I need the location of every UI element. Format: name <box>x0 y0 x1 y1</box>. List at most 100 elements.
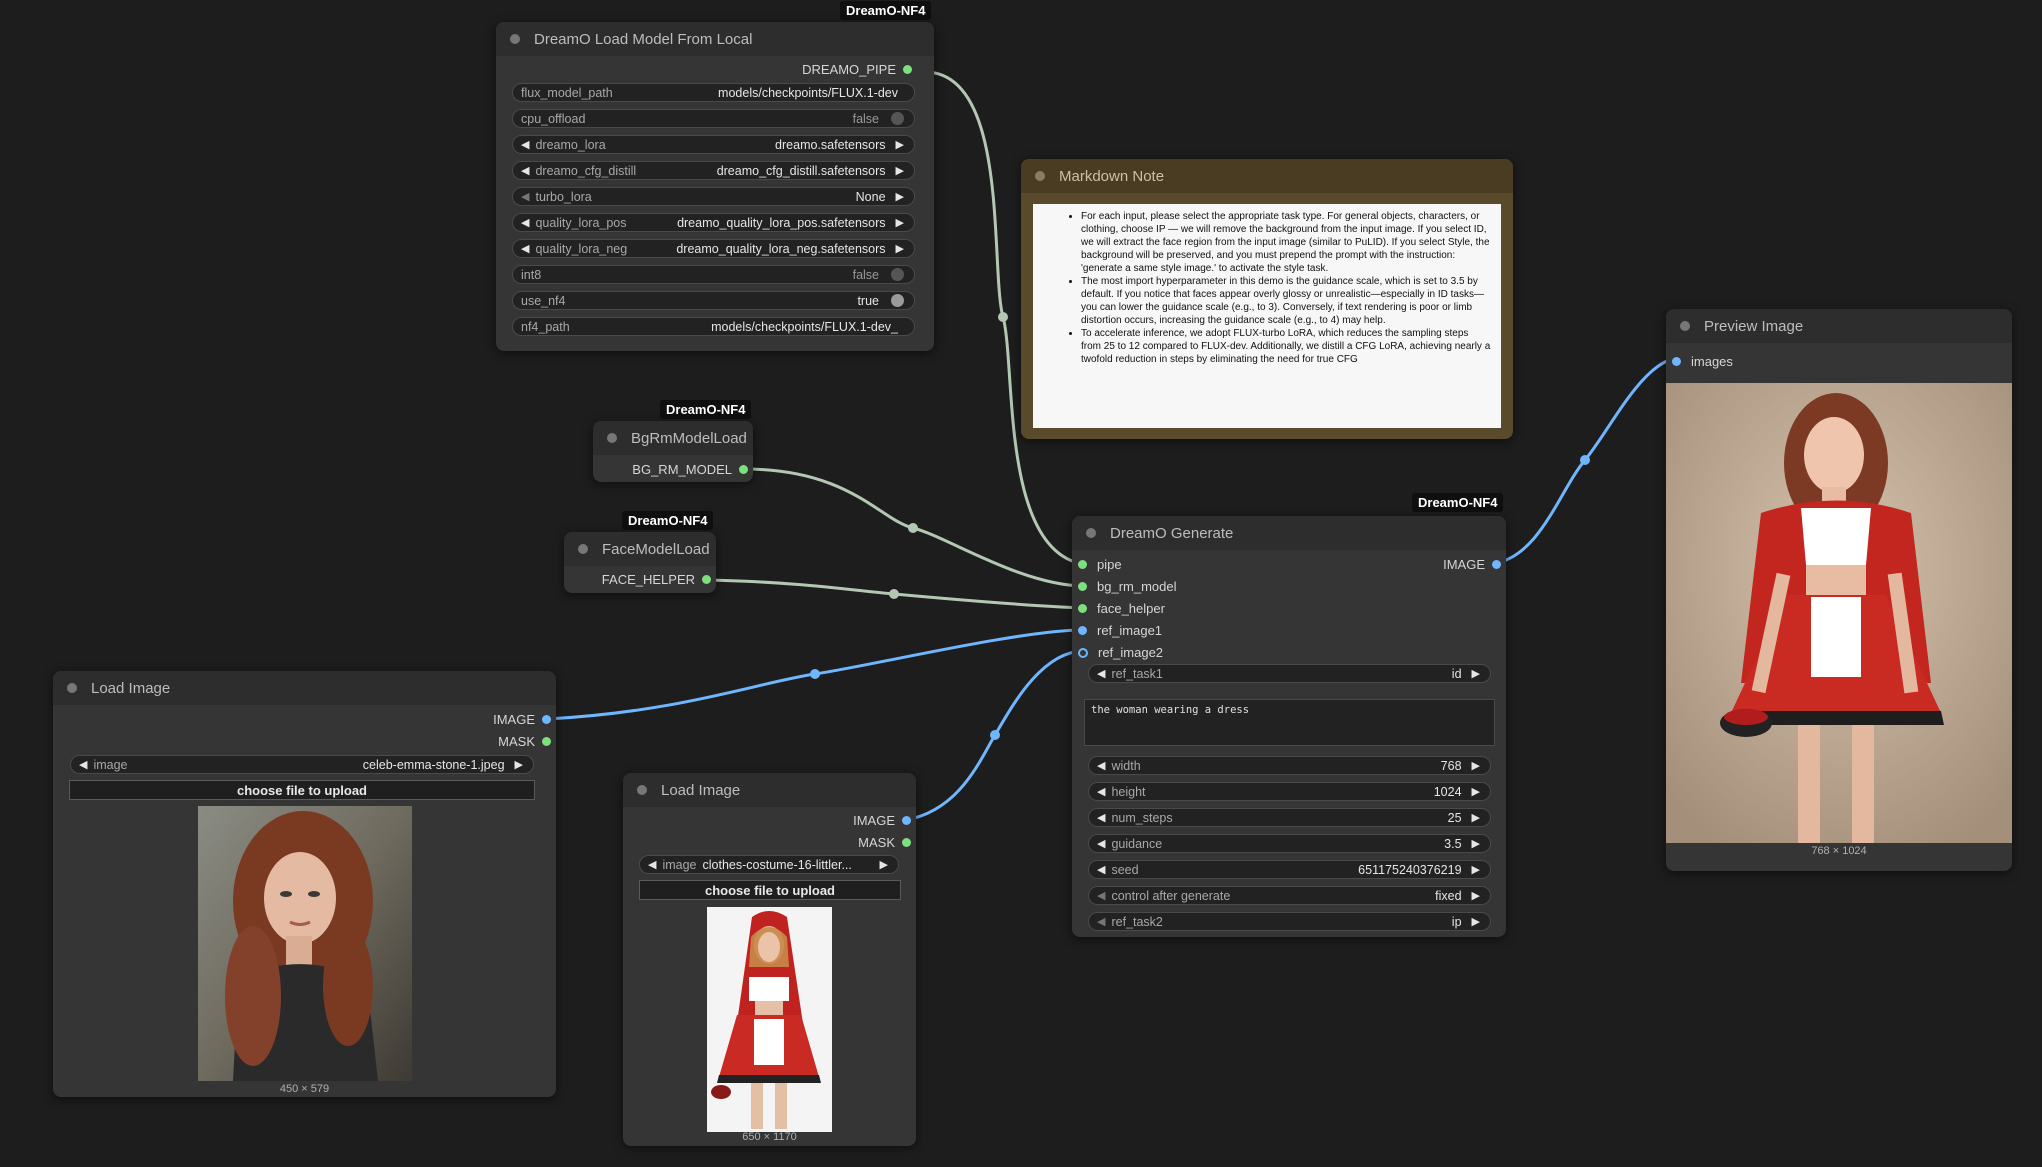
arrow-right-icon[interactable]: ▶ <box>880 858 888 871</box>
toggle-knob-icon[interactable] <box>891 294 904 307</box>
output-socket[interactable] <box>903 65 912 74</box>
arrow-right-icon[interactable]: ▶ <box>1472 785 1480 798</box>
input-socket[interactable] <box>1078 647 1088 658</box>
widget-height[interactable]: ◀ height 1024 ▶ <box>1088 782 1491 801</box>
collapse-dot-icon[interactable] <box>1086 528 1096 538</box>
node-title-bar[interactable]: FaceModelLoad <box>564 532 716 566</box>
widget-cpu-offload[interactable]: cpu_offload false <box>512 109 915 128</box>
node-bgrm-model-load[interactable]: BgRmModelLoad BG_RM_MODEL <box>593 421 753 482</box>
widget-int8[interactable]: int8 false <box>512 265 915 284</box>
input-bg-rm-model[interactable]: bg_rm_model <box>1078 579 1177 594</box>
arrow-right-icon[interactable]: ▶ <box>1472 889 1480 902</box>
collapse-dot-icon[interactable] <box>607 433 617 443</box>
arrow-left-icon[interactable]: ◀ <box>648 858 656 871</box>
output-face-helper[interactable]: FACE_HELPER <box>602 572 711 587</box>
input-images[interactable]: images <box>1672 354 1733 369</box>
arrow-left-icon[interactable]: ◀ <box>1097 889 1105 902</box>
collapse-dot-icon[interactable] <box>1035 171 1045 181</box>
output-image[interactable]: IMAGE <box>493 712 551 727</box>
arrow-right-icon[interactable]: ▶ <box>1472 837 1480 850</box>
input-socket[interactable] <box>1078 582 1087 591</box>
arrow-right-icon[interactable]: ▶ <box>896 242 904 255</box>
widget-ref-task1[interactable]: ◀ ref_task1 id ▶ <box>1088 664 1491 683</box>
output-bg-rm-model[interactable]: BG_RM_MODEL <box>632 462 748 477</box>
arrow-left-icon[interactable]: ◀ <box>1097 811 1105 824</box>
node-title-bar[interactable]: DreamO Generate <box>1072 516 1506 550</box>
arrow-left-icon[interactable]: ◀ <box>1097 837 1105 850</box>
arrow-left-icon[interactable]: ◀ <box>521 216 529 229</box>
arrow-left-icon[interactable]: ◀ <box>521 164 529 177</box>
widget-flux-model-path[interactable]: flux_model_path models/checkpoints/FLUX.… <box>512 83 915 102</box>
arrow-left-icon[interactable]: ◀ <box>521 190 529 203</box>
widget-image-select[interactable]: ◀ image celeb-emma-stone-1.jpeg ▶ <box>70 755 534 774</box>
widget-dreamo-cfg-distill[interactable]: ◀ dreamo_cfg_distill dreamo_cfg_distill.… <box>512 161 915 180</box>
input-socket[interactable] <box>1672 357 1681 366</box>
arrow-right-icon[interactable]: ▶ <box>896 190 904 203</box>
node-preview-image[interactable]: Preview Image images 768 × 1024 <box>1666 309 2012 871</box>
input-socket[interactable] <box>1078 604 1087 613</box>
node-load-model[interactable]: DreamO Load Model From Local DREAMO_PIPE… <box>496 22 934 351</box>
output-socket[interactable] <box>542 737 551 746</box>
input-socket[interactable] <box>1078 560 1087 569</box>
node-title-bar[interactable]: Load Image <box>53 671 556 705</box>
node-load-image-2[interactable]: Load Image IMAGE MASK ◀ image clothes-co… <box>623 773 916 1146</box>
prompt-textarea[interactable]: the woman wearing a dress <box>1084 699 1495 746</box>
arrow-right-icon[interactable]: ▶ <box>896 138 904 151</box>
arrow-left-icon[interactable]: ◀ <box>521 242 529 255</box>
widget-quality-lora-neg[interactable]: ◀ quality_lora_neg dreamo_quality_lora_n… <box>512 239 915 258</box>
input-face-helper[interactable]: face_helper <box>1078 601 1165 616</box>
output-mask[interactable]: MASK <box>498 734 551 749</box>
node-markdown-note[interactable]: Markdown Note For each input, please sel… <box>1021 159 1513 439</box>
collapse-dot-icon[interactable] <box>637 785 647 795</box>
widget-ref-task2[interactable]: ◀ ref_task2 ip ▶ <box>1088 912 1491 931</box>
collapse-dot-icon[interactable] <box>67 683 77 693</box>
widget-control-after-generate[interactable]: ◀ control after generate fixed ▶ <box>1088 886 1491 905</box>
input-ref-image1[interactable]: ref_image1 <box>1078 623 1162 638</box>
output-mask[interactable]: MASK <box>858 835 911 850</box>
toggle-knob-icon[interactable] <box>891 112 904 125</box>
output-dreamo-pipe[interactable]: DREAMO_PIPE <box>802 62 912 77</box>
arrow-right-icon[interactable]: ▶ <box>1472 667 1480 680</box>
widget-use-nf4[interactable]: use_nf4 true <box>512 291 915 310</box>
arrow-left-icon[interactable]: ◀ <box>1097 915 1105 928</box>
arrow-right-icon[interactable]: ▶ <box>515 758 523 771</box>
output-socket[interactable] <box>542 715 551 724</box>
arrow-right-icon[interactable]: ▶ <box>1472 915 1480 928</box>
input-socket[interactable] <box>1078 626 1087 635</box>
markdown-content[interactable]: For each input, please select the approp… <box>1033 204 1501 428</box>
output-socket[interactable] <box>702 575 711 584</box>
node-title-bar[interactable]: DreamO Load Model From Local <box>496 22 934 56</box>
arrow-right-icon[interactable]: ▶ <box>896 164 904 177</box>
arrow-right-icon[interactable]: ▶ <box>1472 863 1480 876</box>
output-socket[interactable] <box>902 838 911 847</box>
collapse-dot-icon[interactable] <box>510 34 520 44</box>
collapse-dot-icon[interactable] <box>1680 321 1690 331</box>
node-dreamo-generate[interactable]: DreamO Generate pipe bg_rm_model face_he… <box>1072 516 1506 937</box>
arrow-left-icon[interactable]: ◀ <box>1097 785 1105 798</box>
widget-guidance[interactable]: ◀ guidance 3.5 ▶ <box>1088 834 1491 853</box>
node-title-bar[interactable]: Load Image <box>623 773 916 807</box>
arrow-left-icon[interactable]: ◀ <box>1097 863 1105 876</box>
arrow-left-icon[interactable]: ◀ <box>79 758 87 771</box>
output-socket[interactable] <box>902 816 911 825</box>
widget-width[interactable]: ◀ width 768 ▶ <box>1088 756 1491 775</box>
arrow-right-icon[interactable]: ▶ <box>896 216 904 229</box>
arrow-right-icon[interactable]: ▶ <box>1472 811 1480 824</box>
input-ref-image2[interactable]: ref_image2 <box>1078 645 1163 660</box>
output-image[interactable]: IMAGE <box>853 813 911 828</box>
node-title-bar[interactable]: Markdown Note <box>1021 159 1513 193</box>
widget-nf4-path[interactable]: nf4_path models/checkpoints/FLUX.1-dev_ <box>512 317 915 336</box>
output-image[interactable]: IMAGE <box>1443 557 1501 572</box>
arrow-right-icon[interactable]: ▶ <box>1472 759 1480 772</box>
node-face-model-load[interactable]: FaceModelLoad FACE_HELPER <box>564 532 716 593</box>
node-load-image-1[interactable]: Load Image IMAGE MASK ◀ image celeb-emma… <box>53 671 556 1097</box>
upload-button[interactable]: choose file to upload <box>639 880 901 900</box>
arrow-left-icon[interactable]: ◀ <box>1097 667 1105 680</box>
widget-dreamo-lora[interactable]: ◀ dreamo_lora dreamo.safetensors ▶ <box>512 135 915 154</box>
output-socket[interactable] <box>1492 560 1501 569</box>
node-title-bar[interactable]: BgRmModelLoad <box>593 421 753 455</box>
input-pipe[interactable]: pipe <box>1078 557 1122 572</box>
arrow-left-icon[interactable]: ◀ <box>1097 759 1105 772</box>
widget-turbo-lora[interactable]: ◀ turbo_lora None ▶ <box>512 187 915 206</box>
widget-num-steps[interactable]: ◀ num_steps 25 ▶ <box>1088 808 1491 827</box>
